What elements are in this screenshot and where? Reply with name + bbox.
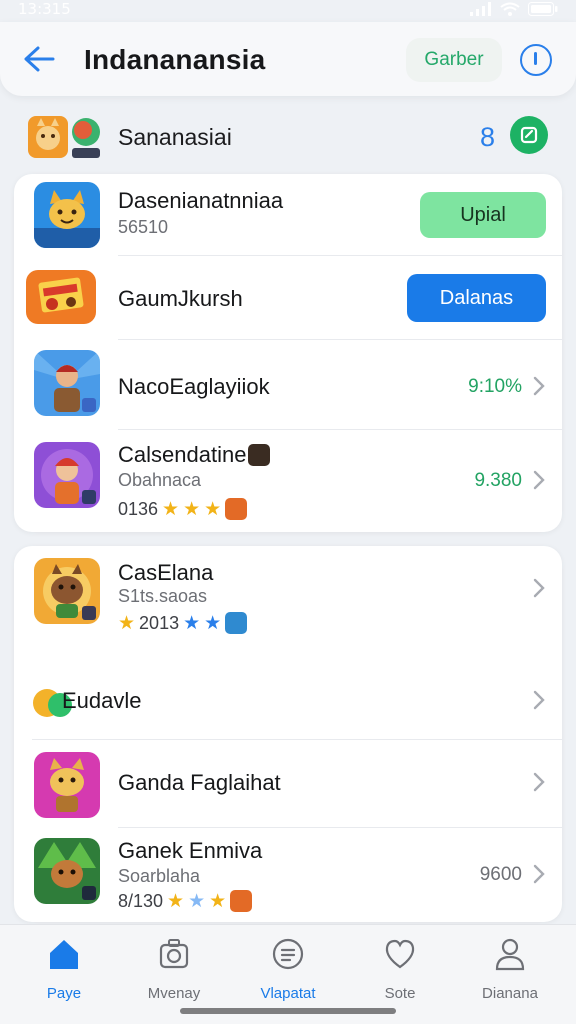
list-item[interactable]: Dasenianatnniaa 56510 Upial — [14, 174, 562, 256]
game-badge-icon — [225, 498, 248, 520]
back-arrow-icon[interactable] — [22, 44, 56, 74]
rating-row: 0136 ★ ★ ★ — [118, 498, 248, 520]
status-bar: 13:315 — [0, 0, 576, 18]
status-time: 13:315 — [18, 0, 71, 18]
list-item[interactable]: Ganek Enmiva Soarblaha 8/130 ★ ★ ★ 9600 — [14, 828, 562, 922]
app-list-card: CasElana S1ts.saoas ★ 2013 ★ ★ Eudavle G… — [14, 546, 562, 922]
star-icon: ★ — [118, 612, 136, 634]
tab-dianana[interactable]: Dianana — [460, 935, 560, 1005]
title-badge-icon — [248, 444, 271, 466]
list-item[interactable]: Eudavle — [14, 650, 562, 740]
app-icon-jungle — [34, 838, 100, 904]
list-item-value: 9.380 — [474, 470, 522, 491]
list-item-value: 9600 — [479, 864, 522, 885]
group-header[interactable]: Sananasiai 8 — [0, 106, 576, 164]
list-item-subtitle: Soarblaha — [118, 866, 201, 886]
list-item-title: Ganek Enmiva — [118, 838, 263, 863]
list-item[interactable]: CasElana S1ts.saoas ★ 2013 ★ ★ — [14, 546, 562, 650]
list-item-title: Eudavle — [62, 688, 142, 713]
list-item-title: Dasenianatnniaa — [118, 188, 284, 213]
star-icon: ★ — [209, 890, 227, 912]
signal-icon — [470, 2, 491, 16]
tab-label: Vlapatat — [260, 985, 316, 1002]
list-item-title: Ganda Faglaihat — [118, 770, 281, 795]
group-count: 8 — [480, 122, 496, 152]
star-icon: ★ — [183, 612, 201, 634]
list-item-subtitle: Obahnaca — [118, 470, 202, 490]
app-icon-cat — [34, 752, 100, 818]
tab-label: Mvenay — [147, 985, 201, 1002]
group-badge-icon[interactable] — [510, 116, 548, 154]
chevron-right-icon — [533, 690, 545, 710]
list-item-meta: 0136 — [118, 498, 159, 519]
list-item-title: CasElana — [118, 560, 214, 585]
person-icon — [495, 938, 525, 971]
camera-icon — [159, 939, 189, 969]
star-icon: ★ — [162, 498, 180, 520]
rating-row: 8/130 ★ ★ ★ — [118, 890, 253, 912]
list-item-title: NacoEaglayiiok — [118, 374, 270, 399]
chevron-right-icon — [533, 864, 545, 884]
info-icon[interactable] — [520, 44, 552, 76]
star-icon: ★ — [183, 498, 201, 520]
home-icon — [50, 940, 78, 969]
app-icon-warrior — [34, 442, 100, 508]
battery-icon — [528, 2, 558, 16]
chevron-right-icon — [533, 578, 545, 598]
star-icon: ★ — [204, 498, 222, 520]
app-header: Indananansia Garber — [0, 22, 576, 96]
page-title: Indananansia — [84, 44, 266, 75]
list-item[interactable]: Ganda Faglaihat — [14, 740, 562, 828]
dalanas-button[interactable]: Dalanas — [407, 274, 546, 322]
list-item-value: 9:10% — [468, 376, 522, 397]
wifi-icon — [500, 2, 520, 16]
list-item-meta: 2013 — [139, 612, 180, 633]
group-title: Sananasiai — [118, 124, 232, 150]
list-item[interactable]: GaumJkursh Dalanas — [14, 256, 562, 340]
tab-paye[interactable]: Paye — [14, 935, 114, 1005]
list-item[interactable]: Calsendatine Obahnaca 0136 ★ ★ ★ 9.380 — [14, 430, 562, 532]
list-item[interactable]: NacoEaglayiiok 9:10% — [14, 340, 562, 430]
list-item-title-wrap: Calsendatine — [118, 442, 271, 468]
list-item-title: Calsendatine — [118, 442, 247, 467]
tab-label: Sote — [384, 985, 416, 1002]
app-icon-hero — [34, 350, 100, 416]
app-icon-fox — [34, 182, 100, 248]
star-icon: ★ — [204, 612, 222, 634]
list-item-title: GaumJkursh — [118, 286, 243, 311]
game-badge-icon — [225, 612, 248, 634]
list-item-meta: 8/130 — [118, 890, 164, 911]
chevron-right-icon — [533, 470, 545, 490]
app-list-card: Dasenianatnniaa 56510 Upial GaumJkursh D… — [14, 174, 562, 532]
app-icon-tickets — [26, 270, 96, 324]
upial-button[interactable]: Upial — [420, 192, 546, 238]
heart-icon — [385, 939, 415, 969]
tab-label: Dianana — [482, 985, 538, 1002]
header-chip-button[interactable]: Garber — [406, 38, 502, 82]
home-indicator[interactable] — [180, 1008, 396, 1014]
tab-label: Paye — [46, 985, 82, 1002]
list-item-subtitle: 56510 — [118, 217, 169, 237]
group-app-icon — [28, 116, 100, 158]
list-item-subtitle: S1ts.saoas — [118, 586, 208, 606]
status-icons — [470, 2, 558, 16]
app-icon-beaver — [34, 558, 100, 624]
chevron-right-icon — [533, 376, 545, 396]
tab-sote[interactable]: Sote — [350, 935, 450, 1005]
star-icon: ★ — [188, 890, 206, 912]
chevron-right-icon — [533, 772, 545, 792]
document-icon — [272, 938, 304, 970]
game-badge-icon — [230, 890, 253, 912]
star-icon: ★ — [167, 890, 185, 912]
tab-vlapatat[interactable]: Vlapatat — [238, 935, 338, 1005]
rating-row: ★ 2013 ★ ★ — [118, 612, 248, 634]
tab-mvenay[interactable]: Mvenay — [124, 935, 224, 1005]
